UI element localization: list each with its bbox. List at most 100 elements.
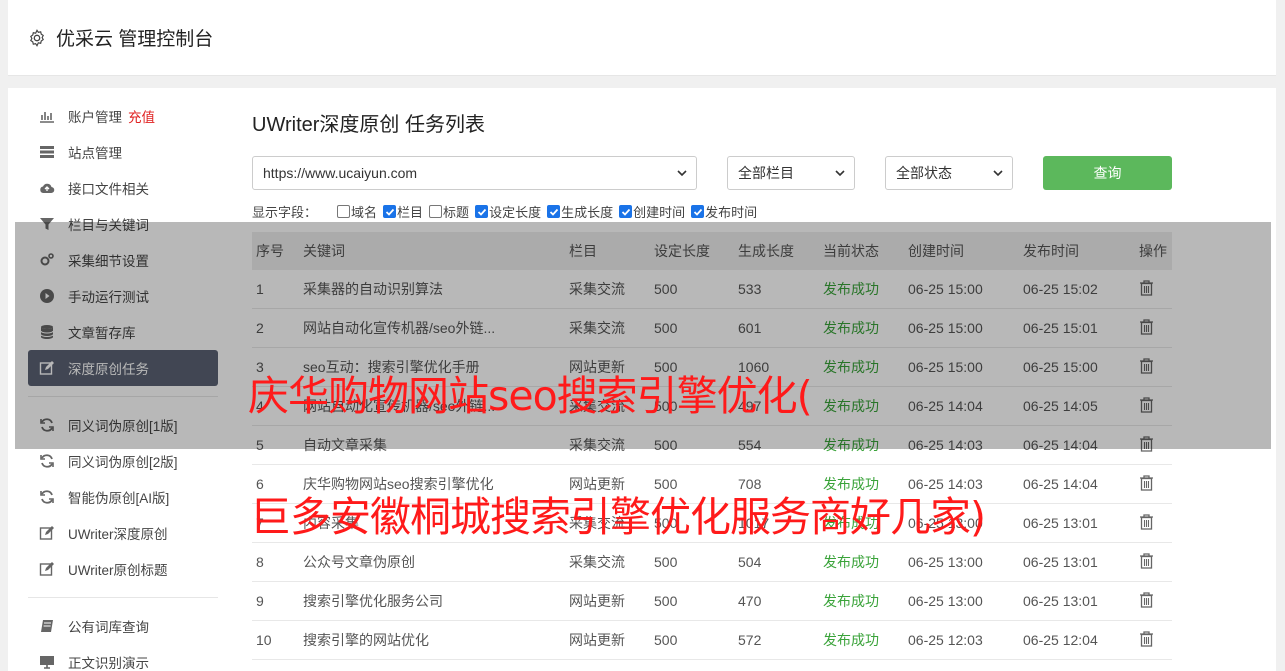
query-button[interactable]: 查询: [1043, 156, 1172, 190]
field-checkbox-set-length[interactable]: 设定长度: [475, 202, 541, 221]
cell-created: 06-25 15:00: [908, 320, 983, 336]
cell-keyword: 公众号文章伪原创: [303, 554, 415, 570]
cell-gen-length: 554: [738, 437, 762, 453]
field-checkbox-column[interactable]: 栏目: [383, 202, 423, 221]
cell-keyword: seo互动：搜索引擎优化手册: [303, 359, 480, 375]
cell-set-length: 500: [654, 398, 678, 414]
checkbox-label: 生成长度: [561, 205, 614, 220]
cell-set-length: 500: [654, 593, 678, 609]
table-row: 6 庆华购物网站seo搜索引擎优化 网站更新 500 708 发布成功 06-25 14:0…: [252, 465, 1172, 504]
sidebar-item-text-recognition[interactable]: 正文识别演示: [28, 644, 218, 671]
table-body: 1 采集器的自动识别算法 采集交流 500 533 发布成功 06-25 15:00 06-2…: [252, 270, 1172, 660]
sidebar-item-synonym-v2[interactable]: 同义词伪原创[2版]: [28, 443, 218, 479]
filter-icon: [38, 215, 56, 233]
sidebar-item-uwriter-title[interactable]: UWriter原创标题: [28, 551, 218, 587]
field-checkbox-domain[interactable]: 域名: [337, 202, 377, 221]
site-select-value: https://www.ucaiyun.com: [263, 165, 418, 181]
table-row: 10 搜索引擎的网站优化 网站更新 500 572 发布成功 06-25 12:03 06-2…: [252, 621, 1172, 660]
checkbox[interactable]: [429, 205, 443, 218]
cell-created: 06-25 13:00: [908, 593, 983, 609]
display-fields: 显示字段： 域名 栏目 标题 设定长度 生成长度 创建时间 发布时间: [252, 202, 763, 221]
delete-button[interactable]: [1135, 474, 1172, 494]
cell-status: 发布成功: [823, 632, 879, 648]
delete-button[interactable]: [1135, 513, 1172, 533]
checkbox[interactable]: [337, 205, 351, 218]
cell-keyword: 搜索引擎优化服务公司: [303, 593, 443, 609]
sidebar-item-label: 深度原创任务: [68, 362, 149, 377]
delete-button[interactable]: [1135, 591, 1172, 611]
cell-published: 06-25 15:01: [1023, 320, 1098, 336]
checkbox-checked[interactable]: [691, 205, 705, 218]
task-table: 序号 关键词 栏目 设定长度 生成长度 当前状态 创建时间 发布时间 操作 1 采…: [252, 232, 1172, 660]
sidebar-item-label: 账户管理: [68, 110, 122, 125]
gear-icon: [30, 28, 44, 47]
cell-published: 06-25 13:01: [1023, 593, 1098, 609]
cell-created: 06-25 13:00: [908, 554, 983, 570]
column-select[interactable]: 全部栏目: [727, 156, 855, 190]
cell-set-length: 500: [654, 554, 678, 570]
site-select[interactable]: https://www.ucaiyun.com: [252, 156, 697, 190]
recharge-link[interactable]: 充值: [128, 106, 155, 126]
cell-index: 10: [256, 632, 272, 648]
sidebar-item-deep-original-tasks[interactable]: 深度原创任务: [28, 350, 218, 386]
cell-index: 7: [256, 515, 264, 531]
sidebar-item-label: 站点管理: [68, 146, 122, 161]
monitor-icon: [38, 653, 56, 671]
delete-button[interactable]: [1135, 630, 1172, 650]
sidebar-item-synonym-v1[interactable]: 同义词伪原创[1版]: [28, 407, 218, 443]
delete-button[interactable]: [1135, 435, 1172, 455]
sidebar-item-interface-files[interactable]: 接口文件相关: [28, 170, 218, 206]
sidebar: 账户管理 充值 站点管理 接口文件相关 栏目与关键词 采集细节设置 手动运行测试…: [28, 98, 218, 671]
cell-column: 采集交流: [569, 515, 625, 531]
edit-icon: [38, 359, 56, 377]
table-row: 8 公众号文章伪原创 采集交流 500 504 发布成功 06-25 13:00 06-25 …: [252, 543, 1172, 582]
refresh-icon: [38, 488, 56, 506]
refresh-icon: [38, 452, 56, 470]
status-select[interactable]: 全部状态: [885, 156, 1013, 190]
sidebar-item-article-store[interactable]: 文章暂存库: [28, 314, 218, 350]
sidebar-item-label: 文章暂存库: [68, 326, 136, 341]
display-fields-label: 显示字段：: [252, 205, 318, 220]
sidebar-item-uwriter-deep[interactable]: UWriter深度原创: [28, 515, 218, 551]
delete-button[interactable]: [1135, 318, 1172, 338]
cell-published: 06-25 12:04: [1023, 632, 1098, 648]
delete-button[interactable]: [1135, 357, 1172, 377]
filter-bar: https://www.ucaiyun.com 全部栏目 全部状态 查询: [252, 156, 1182, 190]
delete-button[interactable]: [1135, 279, 1172, 299]
sidebar-item-public-thesaurus[interactable]: 公有词库查询: [28, 608, 218, 644]
trash-icon: [1140, 318, 1153, 335]
trash-icon: [1140, 513, 1153, 530]
cell-column: 采集交流: [569, 398, 625, 414]
sidebar-item-columns-keywords[interactable]: 栏目与关键词: [28, 206, 218, 242]
cell-created: 06-25 15:00: [908, 359, 983, 375]
checkbox-checked[interactable]: [619, 205, 633, 218]
field-checkbox-published[interactable]: 发布时间: [691, 202, 757, 221]
field-checkbox-title[interactable]: 标题: [429, 202, 469, 221]
refresh-icon: [38, 416, 56, 434]
cell-published: 06-25 14:04: [1023, 476, 1098, 492]
sidebar-item-collect-settings[interactable]: 采集细节设置: [28, 242, 218, 278]
field-checkbox-gen-length[interactable]: 生成长度: [547, 202, 613, 221]
sidebar-item-account[interactable]: 账户管理 充值: [28, 98, 218, 134]
cell-status: 发布成功: [823, 476, 879, 492]
checkbox-checked[interactable]: [383, 205, 397, 218]
delete-button[interactable]: [1135, 552, 1172, 572]
cell-status: 发布成功: [823, 281, 879, 297]
sidebar-item-ai-rewrite[interactable]: 智能伪原创[AI版]: [28, 479, 218, 515]
table-row: 7 内容采集 采集交流 500 1017 发布成功 06-25 13:00 06-25 13:…: [252, 504, 1172, 543]
cell-column: 采集交流: [569, 281, 625, 297]
delete-button[interactable]: [1135, 396, 1172, 416]
header-actions: 操作: [1139, 243, 1167, 259]
sidebar-item-label: 智能伪原创[AI版]: [68, 491, 170, 506]
header-set-length: 设定长度: [654, 243, 710, 259]
sidebar-item-manual-run[interactable]: 手动运行测试: [28, 278, 218, 314]
field-checkbox-created[interactable]: 创建时间: [619, 202, 685, 221]
sidebar-item-sites[interactable]: 站点管理: [28, 134, 218, 170]
header-published: 发布时间: [1023, 243, 1079, 259]
cell-column: 网站更新: [569, 359, 625, 375]
cell-index: 9: [256, 593, 264, 609]
cell-index: 4: [256, 398, 264, 414]
checkbox-checked[interactable]: [547, 205, 561, 218]
cell-gen-length: 533: [738, 281, 762, 297]
checkbox-checked[interactable]: [475, 205, 489, 218]
